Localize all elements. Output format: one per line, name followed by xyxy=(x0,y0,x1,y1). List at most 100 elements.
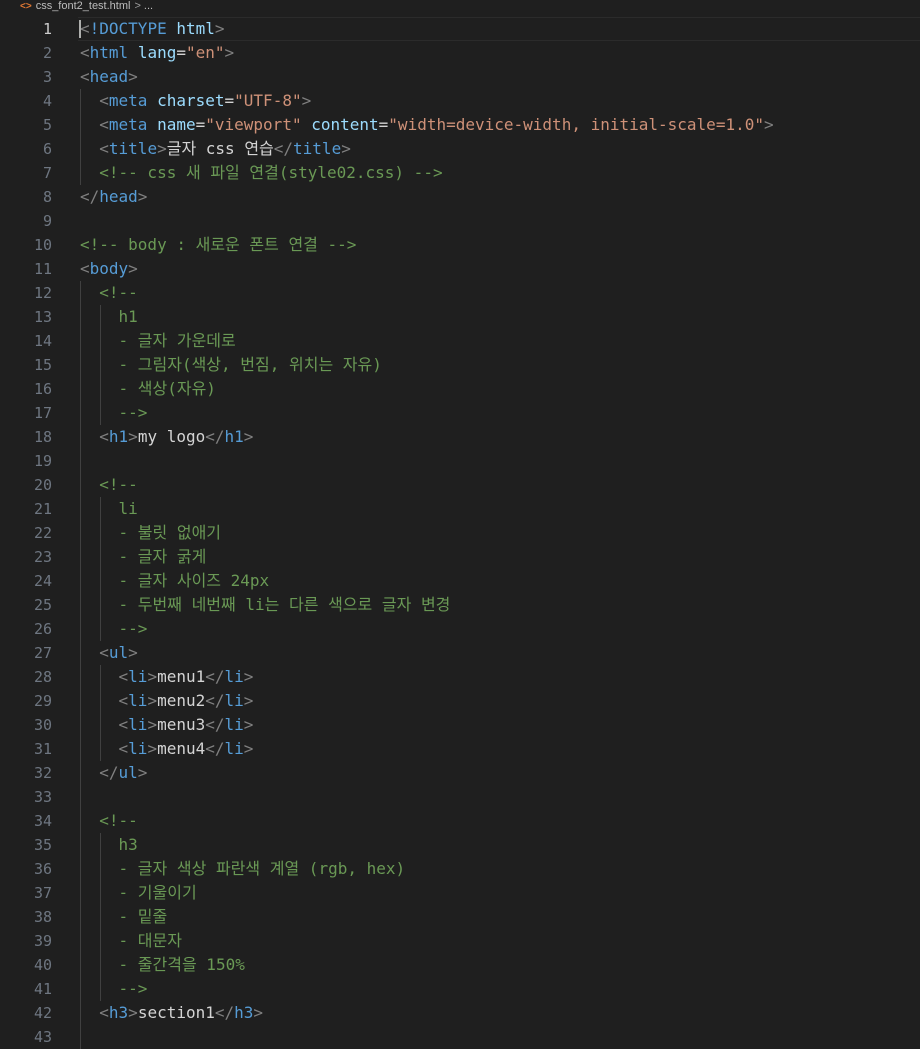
code-token: name xyxy=(157,115,196,134)
code-line[interactable]: 28 <li>menu1</li> xyxy=(0,665,920,689)
code-token: - 두번째 네번째 li는 다른 색으로 글자 변경 xyxy=(118,595,451,614)
breadcrumb-file[interactable]: css_font2_test.html xyxy=(36,0,131,12)
code-line[interactable]: 8 </head> xyxy=(0,185,920,209)
code-content: <li>menu3</li> xyxy=(80,713,254,737)
code-line[interactable]: 33 xyxy=(0,785,920,809)
code-content: --> xyxy=(80,977,148,1001)
code-line[interactable]: 29 <li>menu2</li> xyxy=(0,689,920,713)
code-line[interactable]: 38 - 밑줄 xyxy=(0,905,920,929)
code-token: li xyxy=(128,691,148,710)
code-line[interactable]: 36 - 글자 색상 파란색 계열 (rgb, hex) xyxy=(0,857,920,881)
code-token: <!-- xyxy=(99,475,138,494)
line-number: 5 xyxy=(42,116,52,134)
line-number: 39 xyxy=(33,932,52,950)
code-line[interactable]: 6 <title>글자 css 연습</title> xyxy=(0,137,920,161)
code-line[interactable]: 30 <li>menu3</li> xyxy=(0,713,920,737)
code-line[interactable]: 20 <!-- xyxy=(0,473,920,497)
code-token: </ xyxy=(205,715,225,734)
code-content: - 글자 색상 파란색 계열 (rgb, hex) xyxy=(80,857,406,881)
code-content: --> xyxy=(80,401,148,425)
code-token: h3 xyxy=(108,1003,129,1022)
code-line[interactable]: 9 xyxy=(0,209,920,233)
code-line[interactable]: 35 h3 xyxy=(0,833,920,857)
code-line[interactable]: 2 <html lang="en"> xyxy=(0,41,920,65)
code-token: > xyxy=(137,763,148,782)
code-line[interactable]: 14 - 글자 가운데로 xyxy=(0,329,920,353)
code-line[interactable]: 32 </ul> xyxy=(0,761,920,785)
code-line[interactable]: 22 - 불릿 없애기 xyxy=(0,521,920,545)
code-line[interactable]: 43 xyxy=(0,1025,920,1049)
code-line[interactable]: 13 h1 xyxy=(0,305,920,329)
code-token: > xyxy=(147,739,158,758)
code-token: > xyxy=(128,643,138,662)
code-content: <head> xyxy=(80,65,138,89)
code-content: <li>menu4</li> xyxy=(80,737,254,761)
code-line[interactable]: 3 <head> xyxy=(0,65,920,89)
code-token: > xyxy=(243,715,254,734)
code-line[interactable]: 25 - 두번째 네번째 li는 다른 색으로 글자 변경 xyxy=(0,593,920,617)
code-token: > xyxy=(128,427,138,446)
code-token: html xyxy=(176,19,215,38)
code-token: > xyxy=(147,691,158,710)
line-number: 26 xyxy=(33,620,52,638)
code-content: - 기울이기 xyxy=(80,881,197,905)
code-token: < xyxy=(80,43,90,62)
code-line[interactable]: 27 <ul> xyxy=(0,641,920,665)
code-token: menu2 xyxy=(157,691,206,710)
code-line[interactable]: 37 - 기울이기 xyxy=(0,881,920,905)
code-line[interactable]: 42 <h3>section1</h3> xyxy=(0,1001,920,1025)
code-line[interactable]: 4 <meta charset="UTF-8"> xyxy=(0,89,920,113)
code-line[interactable]: 5 <meta name="viewport" content="width=d… xyxy=(0,113,920,137)
code-line[interactable]: 40 - 줄간격을 150% xyxy=(0,953,920,977)
code-token: > xyxy=(137,187,148,206)
code-line[interactable]: 34 <!-- xyxy=(0,809,920,833)
code-line[interactable]: 12 <!-- xyxy=(0,281,920,305)
line-number: 18 xyxy=(33,428,52,446)
code-token: < xyxy=(99,91,109,110)
code-line[interactable]: 24 - 글자 사이즈 24px xyxy=(0,569,920,593)
code-line[interactable]: 11 <body> xyxy=(0,257,920,281)
code-token: "en" xyxy=(185,43,225,62)
line-number: 3 xyxy=(42,68,52,86)
line-number: 13 xyxy=(33,308,52,326)
code-line[interactable]: 39 - 대문자 xyxy=(0,929,920,953)
code-content: <title>글자 css 연습</title> xyxy=(80,137,351,161)
code-line[interactable]: 15 - 그림자(색상, 번짐, 위치는 자유) xyxy=(0,353,920,377)
code-token: < xyxy=(118,739,129,758)
code-line[interactable]: 10 <!-- body : 새로운 폰트 연결 --> xyxy=(0,233,920,257)
line-number: 6 xyxy=(42,140,52,158)
code-token: li xyxy=(224,715,244,734)
code-token: - 글자 사이즈 24px xyxy=(118,571,270,590)
code-content: <li>menu1</li> xyxy=(80,665,254,689)
code-editor[interactable]: 1 <!DOCTYPE html> 2 <html lang="en"> 3 <head>… xyxy=(0,17,920,1049)
code-line[interactable]: 16 - 색상(자유) xyxy=(0,377,920,401)
code-token: li xyxy=(128,715,148,734)
code-line[interactable]: 26 --> xyxy=(0,617,920,641)
code-token: head xyxy=(89,67,129,86)
code-line[interactable]: 7 <!-- css 새 파일 연결(style02.css) --> xyxy=(0,161,920,185)
breadcrumb-symbols[interactable]: ... xyxy=(144,0,153,12)
code-line[interactable]: 41 --> xyxy=(0,977,920,1001)
code-token: > xyxy=(157,139,167,158)
code-line[interactable]: 18 <h1>my logo</h1> xyxy=(0,425,920,449)
code-content: <!-- xyxy=(80,809,138,833)
code-line[interactable]: 31 <li>menu4</li> xyxy=(0,737,920,761)
code-line[interactable]: 1 <!DOCTYPE html> xyxy=(0,17,920,41)
code-line[interactable]: 23 - 글자 굵게 xyxy=(0,545,920,569)
code-token: > xyxy=(243,427,254,446)
code-token: h1 xyxy=(224,427,244,446)
line-number: 8 xyxy=(42,188,52,206)
code-line[interactable]: 17 --> xyxy=(0,401,920,425)
code-token: > xyxy=(243,691,254,710)
line-number: 27 xyxy=(33,644,52,662)
code-line[interactable]: 19 xyxy=(0,449,920,473)
code-line[interactable]: 21 li xyxy=(0,497,920,521)
code-token: - 글자 색상 파란색 계열 (rgb, hex) xyxy=(118,859,406,878)
line-number: 35 xyxy=(33,836,52,854)
code-token: <!-- body : 새로운 폰트 연결 --> xyxy=(80,235,357,254)
